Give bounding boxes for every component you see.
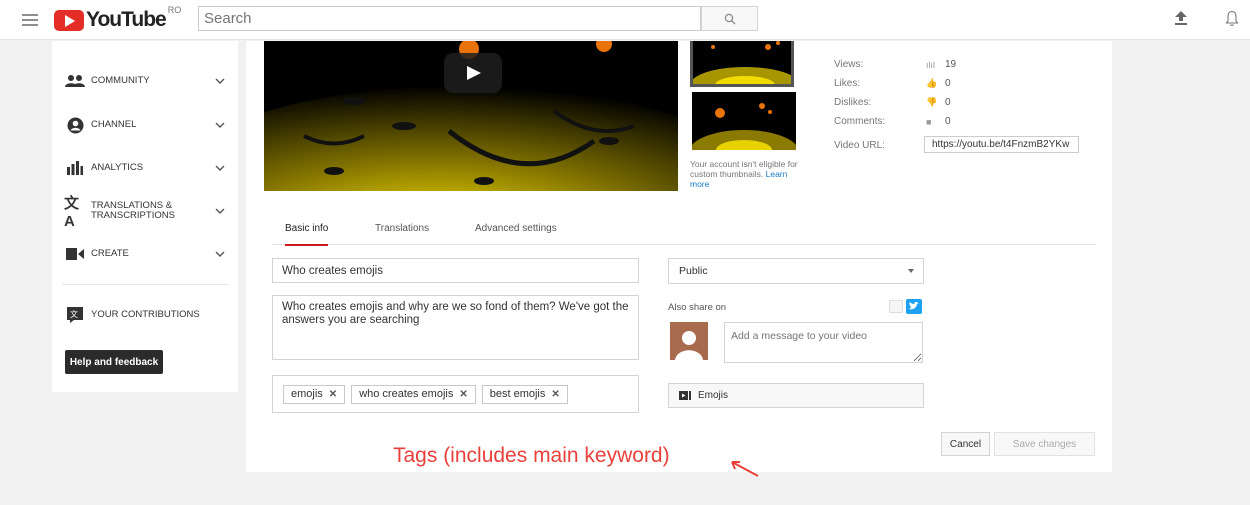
tag-chip[interactable]: best emojis ✕ (481, 384, 568, 404)
thumbs-down-icon: 👎 (926, 97, 938, 107)
sidebar-item-channel[interactable]: CHANNEL (52, 112, 238, 138)
sidebar-item-translations[interactable]: 文A TRANSLATIONS & TRANSCRIPTIONS (52, 195, 238, 230)
twitter-icon[interactable] (906, 299, 922, 314)
logo-text: YouTube (86, 8, 167, 31)
sidebar-item-create[interactable]: CREATE (52, 241, 238, 267)
remove-tag-icon[interactable]: ✕ (551, 389, 559, 400)
video-editor-panel: Your account isn't eligible for custom t… (246, 41, 1114, 477)
thumbnail-note: Your account isn't eligible for custom t… (690, 159, 808, 189)
bar-chart-icon: ılıl (926, 59, 935, 70)
title-field[interactable] (272, 258, 639, 283)
chevron-down-icon (215, 208, 225, 214)
dropdown-caret-icon (908, 269, 914, 273)
help-feedback-button[interactable]: Help and feedback (65, 350, 163, 374)
tab-translations[interactable]: Translations (375, 223, 429, 244)
sidebar-item-label: ANALYTICS (91, 162, 144, 173)
playlist-button[interactable]: Emojis (668, 383, 924, 408)
views-label: Views: (834, 59, 864, 70)
tag-label: best emojis (489, 388, 546, 400)
community-icon (64, 72, 86, 90)
dislikes-label: Dislikes: (834, 97, 872, 108)
comments-label: Comments: (834, 116, 886, 127)
playlist-label: Emojis (698, 390, 729, 401)
remove-tag-icon[interactable]: ✕ (329, 389, 337, 400)
sidebar: COMMUNITY CHANNEL ANALYTICS 文A TRANSLATI… (52, 41, 238, 392)
likes-value: 0 (945, 78, 951, 89)
remove-tag-icon[interactable]: ✕ (459, 389, 467, 400)
tags-field[interactable]: emojis ✕ who creates emojis ✕ best emojis ✕ (272, 375, 639, 413)
hamburger-icon[interactable] (22, 11, 38, 27)
description-field[interactable]: Who creates emojis and why are we so fon… (272, 295, 639, 360)
chevron-down-icon (215, 122, 225, 128)
annotation-label: Tags (includes main keyword) (393, 444, 670, 467)
contributions-icon: 文 (64, 306, 86, 324)
comment-icon: ■ (926, 116, 932, 127)
tab-basic-info[interactable]: Basic info (285, 223, 329, 246)
logo-region: RO (167, 5, 182, 15)
privacy-select[interactable]: Public (668, 258, 924, 284)
save-changes-button[interactable]: Save changes (994, 432, 1095, 456)
share-message-field[interactable] (724, 322, 923, 363)
tab-advanced-settings[interactable]: Advanced settings (475, 223, 557, 244)
svg-text:文: 文 (70, 309, 78, 319)
search-button[interactable] (701, 6, 758, 31)
cancel-button[interactable]: Cancel (941, 432, 990, 456)
tag-chip[interactable]: who creates emojis ✕ (351, 384, 476, 404)
editor-tabs: Basic info Translations Advanced setting… (272, 221, 1096, 246)
thumbs-up-icon: 👍 (926, 78, 938, 88)
comments-row: Comments: ■ 0 (834, 116, 1114, 130)
tag-label: emojis (291, 388, 323, 400)
privacy-value: Public (679, 265, 708, 277)
tag-chip[interactable]: emojis ✕ (283, 384, 346, 404)
search-icon (724, 13, 735, 24)
chevron-down-icon (215, 165, 225, 171)
sidebar-item-label: CHANNEL (91, 119, 137, 130)
likes-row: Likes: 👍 0 (834, 78, 1114, 92)
upload-icon[interactable] (1174, 10, 1188, 31)
also-share-label: Also share on (668, 302, 727, 313)
sidebar-item-label: TRANSLATIONS & TRANSCRIPTIONS (91, 200, 175, 221)
share-checkbox[interactable] (889, 300, 903, 313)
likes-label: Likes: (834, 78, 861, 89)
comments-value: 0 (945, 116, 951, 127)
sidebar-item-contributions[interactable]: 文 YOUR CONTRIBUTIONS (52, 302, 238, 328)
chevron-down-icon (215, 78, 225, 84)
play-button[interactable] (444, 53, 502, 93)
analytics-icon (64, 159, 86, 177)
dislikes-value: 0 (945, 97, 951, 108)
sidebar-item-label: YOUR CONTRIBUTIONS (91, 309, 200, 320)
sidebar-item-label: COMMUNITY (91, 75, 150, 86)
sidebar-divider (62, 284, 228, 285)
youtube-logo[interactable]: YouTube RO (54, 5, 182, 32)
sidebar-item-label: CREATE (91, 248, 129, 259)
video-player[interactable] (264, 41, 678, 191)
video-url-field[interactable] (924, 136, 1079, 153)
camera-icon (64, 245, 86, 263)
url-label: Video URL: (834, 140, 885, 151)
avatar (670, 322, 708, 360)
chevron-down-icon (215, 251, 225, 257)
views-row: Views: ılıl 19 (834, 59, 1114, 73)
dislikes-row: Dislikes: 👎 0 (834, 97, 1114, 111)
views-value: 19 (945, 59, 957, 70)
tag-label: who creates emojis (359, 388, 454, 400)
sidebar-item-analytics[interactable]: ANALYTICS (52, 155, 238, 181)
playlist-icon (679, 391, 691, 400)
top-bar: YouTube RO (0, 0, 1250, 40)
thumbnail-option[interactable] (692, 92, 796, 150)
annotation-arrow-icon (731, 461, 759, 477)
channel-icon (64, 116, 86, 134)
search-input[interactable] (198, 6, 701, 31)
translate-icon: 文A (64, 195, 80, 230)
bell-icon[interactable] (1225, 10, 1239, 32)
youtube-play-icon (54, 9, 84, 31)
thumbnail-option[interactable] (690, 41, 794, 87)
sidebar-item-community[interactable]: COMMUNITY (52, 68, 238, 94)
